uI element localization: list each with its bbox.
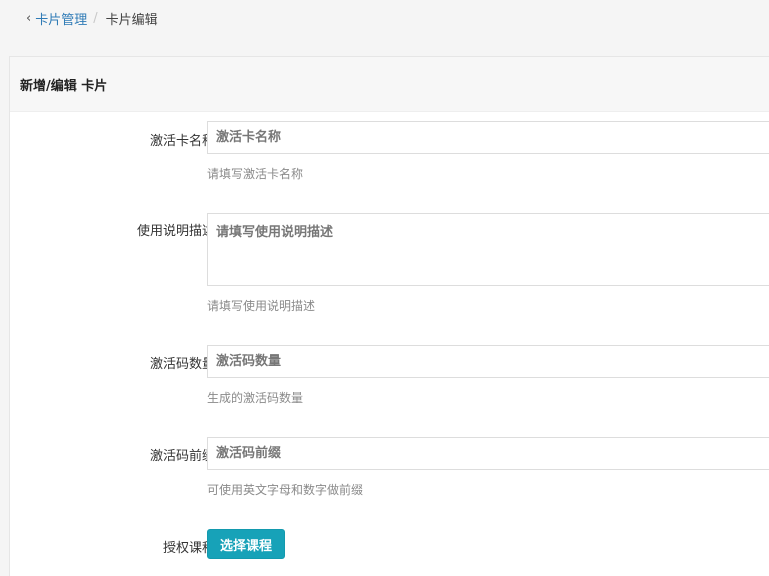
breadcrumb-parent-link[interactable]: 卡片管理 xyxy=(35,9,87,28)
description-textarea[interactable] xyxy=(207,213,769,286)
quantity-input[interactable] xyxy=(207,345,769,378)
quantity-label: 激活码数量 xyxy=(149,357,215,372)
card-header: 新增/编辑 卡片 xyxy=(10,57,769,112)
quantity-hint: 生成的激活码数量 xyxy=(207,391,304,405)
edit-card-panel: 新增/编辑 卡片 激活卡名称 请填写激活卡名称 使用说明描述 请填写使用说明描述… xyxy=(9,56,769,576)
breadcrumb-separator: / xyxy=(93,10,98,26)
prefix-hint: 可使用英文字母和数字做前缀 xyxy=(207,483,364,497)
name-hint: 请填写激活卡名称 xyxy=(207,167,304,181)
card-name-input[interactable] xyxy=(207,121,769,154)
chevron-left-icon[interactable]: ‹ xyxy=(26,11,31,26)
prefix-label: 激活码前缀 xyxy=(149,449,215,464)
prefix-input[interactable] xyxy=(207,437,769,470)
name-label: 激活卡名称 xyxy=(149,134,215,149)
card-title: 新增/编辑 卡片 xyxy=(20,78,108,94)
breadcrumb-current: 卡片编辑 xyxy=(105,12,158,28)
description-label: 使用说明描述 xyxy=(136,224,215,239)
courses-label: 授权课程 xyxy=(162,541,215,556)
description-hint: 请填写使用说明描述 xyxy=(207,299,316,313)
breadcrumb: ‹ 卡片管理 / 卡片编辑 xyxy=(26,9,158,28)
select-courses-button[interactable]: 选择课程 xyxy=(207,529,286,559)
